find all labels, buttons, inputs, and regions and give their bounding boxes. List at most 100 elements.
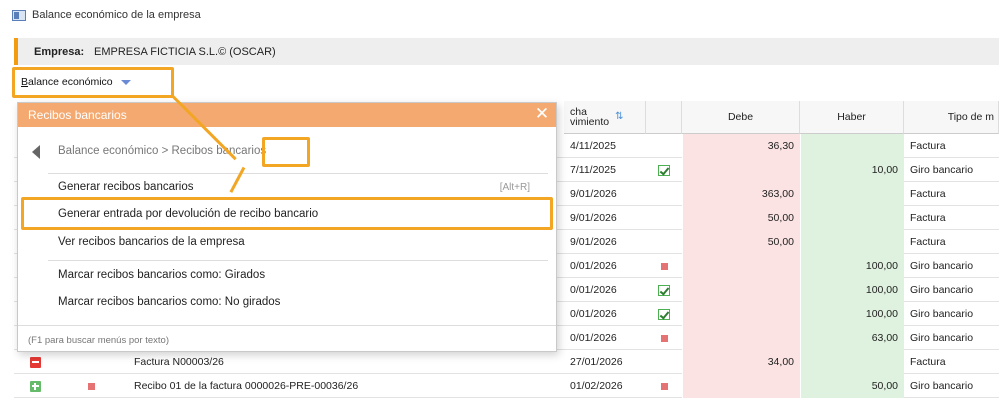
balance-button-accel: B bbox=[21, 76, 29, 88]
menu-item-label: Generar recibos bancarios bbox=[58, 181, 194, 193]
row-haber bbox=[800, 206, 904, 230]
row-tipo: Factura bbox=[910, 356, 946, 368]
row-haber: 100,00 bbox=[800, 254, 904, 278]
row-status bbox=[646, 158, 682, 182]
divider bbox=[48, 260, 548, 261]
breadcrumb-highlight bbox=[262, 137, 310, 167]
balance-economico-button[interactable]: Balance económico bbox=[20, 72, 160, 92]
row-fecha: 9/01/2026 bbox=[570, 212, 617, 224]
menu-item-ver-recibos[interactable]: Ver recibos bancarios de la empresa bbox=[18, 229, 556, 255]
table-row[interactable]: Recibo 01 de la factura 0000026-PRE-0003… bbox=[14, 374, 999, 398]
row-fecha: 0/01/2026 bbox=[570, 308, 617, 320]
row-fecha: 27/01/2026 bbox=[570, 356, 623, 368]
row-status bbox=[646, 350, 682, 374]
row-status bbox=[646, 254, 682, 278]
header-fecha-line2: vimiento bbox=[570, 116, 610, 128]
title-bar: Balance económico de la empresa bbox=[0, 0, 999, 30]
row-debe: 363,00 bbox=[682, 182, 800, 206]
check-icon bbox=[658, 308, 670, 320]
menu-item-label: Marcar recibos bancarios como: No girado… bbox=[58, 296, 281, 308]
header-haber[interactable]: Haber bbox=[800, 101, 904, 134]
row-fecha: 4/11/2025 bbox=[570, 140, 616, 152]
row-haber: 100,00 bbox=[800, 302, 904, 326]
menu-item-marcar-no-girados[interactable]: Marcar recibos bancarios como: No girado… bbox=[18, 289, 556, 315]
row-haber bbox=[800, 182, 904, 206]
balance-button-label: alance económico bbox=[28, 76, 113, 88]
status-square-icon bbox=[660, 334, 668, 342]
chevron-down-icon bbox=[120, 79, 131, 85]
row-description: Factura N00003/26 bbox=[134, 356, 224, 368]
row-tipo: Giro bancario bbox=[910, 260, 974, 272]
row-debe: 36,30 bbox=[682, 134, 800, 158]
popup-header: Recibos bancarios bbox=[18, 103, 556, 127]
divider bbox=[18, 325, 556, 326]
header-check bbox=[646, 101, 682, 134]
row-debe bbox=[682, 158, 800, 182]
row-status bbox=[646, 326, 682, 350]
header-debe[interactable]: Debe bbox=[682, 101, 800, 134]
row-fecha: 0/01/2026 bbox=[570, 284, 617, 296]
close-icon[interactable]: ✕ bbox=[532, 104, 552, 124]
row-debe bbox=[682, 374, 800, 398]
row-tipo: Factura bbox=[910, 188, 946, 200]
row-haber bbox=[800, 134, 904, 158]
row-debe bbox=[682, 302, 800, 326]
recibos-bancarios-menu: Recibos bancarios ✕ Balance económico > … bbox=[17, 102, 557, 352]
header-tipo[interactable]: Tipo de m bbox=[904, 101, 999, 134]
window-icon bbox=[12, 10, 26, 21]
row-haber: 100,00 bbox=[800, 278, 904, 302]
expand-icon[interactable] bbox=[24, 374, 46, 398]
check-icon bbox=[658, 164, 670, 176]
row-status bbox=[646, 230, 682, 254]
menu-item-marcar-girados[interactable]: Marcar recibos bancarios como: Girados bbox=[18, 262, 556, 288]
row-haber: 63,00 bbox=[800, 326, 904, 350]
menu-item-shortcut: [Alt+R] bbox=[499, 181, 530, 193]
row-fecha: 7/11/2025 bbox=[570, 164, 616, 176]
row-tipo: Giro bancario bbox=[910, 164, 974, 176]
row-haber: 50,00 bbox=[800, 374, 904, 398]
row-debe bbox=[682, 278, 800, 302]
row-description: Recibo 01 de la factura 0000026-PRE-0003… bbox=[134, 380, 359, 392]
window-title: Balance económico de la empresa bbox=[32, 9, 201, 21]
back-arrow-icon[interactable] bbox=[32, 145, 40, 159]
row-haber: 10,00 bbox=[800, 158, 904, 182]
popup-footer-hint: (F1 para buscar menús por texto) bbox=[28, 335, 169, 346]
menu-item-label: Marcar recibos bancarios como: Girados bbox=[58, 269, 266, 281]
collapse-icon[interactable] bbox=[24, 350, 46, 374]
row-status bbox=[646, 182, 682, 206]
row-fecha: 0/01/2026 bbox=[570, 260, 617, 272]
row-fecha: 0/01/2026 bbox=[570, 332, 617, 344]
row-tipo: Factura bbox=[910, 140, 946, 152]
row-fecha: 9/01/2026 bbox=[570, 188, 617, 200]
empresa-label: Empresa: bbox=[34, 46, 85, 58]
empresa-value: EMPRESA FICTICIA S.L.© (OSCAR) bbox=[94, 46, 276, 58]
status-square-icon bbox=[80, 374, 102, 398]
row-status bbox=[646, 134, 682, 158]
row-tipo: Giro bancario bbox=[910, 308, 974, 320]
row-tipo: Giro bancario bbox=[910, 284, 974, 296]
menu-item-label: Ver recibos bancarios de la empresa bbox=[58, 236, 245, 248]
row-tipo: Giro bancario bbox=[910, 380, 974, 392]
breadcrumb-parent[interactable]: Balance económico bbox=[58, 145, 158, 157]
check-icon bbox=[658, 284, 670, 296]
row-debe: 34,00 bbox=[682, 350, 800, 374]
status-square-icon bbox=[660, 382, 668, 390]
row-status bbox=[646, 206, 682, 230]
row-tipo: Giro bancario bbox=[910, 332, 974, 344]
row-tipo: Factura bbox=[910, 236, 946, 248]
menu-item-highlight bbox=[21, 197, 553, 230]
popup-title: Recibos bancarios bbox=[28, 108, 127, 122]
row-debe bbox=[682, 254, 800, 278]
row-status bbox=[646, 302, 682, 326]
row-debe: 50,00 bbox=[682, 230, 800, 254]
row-tipo: Factura bbox=[910, 212, 946, 224]
row-debe: 50,00 bbox=[682, 206, 800, 230]
sort-icon[interactable]: ⇅ bbox=[615, 112, 623, 122]
status-square-icon bbox=[660, 262, 668, 270]
breadcrumb: Balance económico > Recibos bancarios bbox=[58, 145, 266, 157]
header-fecha[interactable]: cha vimiento ⇅ bbox=[564, 101, 646, 134]
empresa-bar: Empresa: EMPRESA FICTICIA S.L.© (OSCAR) bbox=[14, 38, 999, 65]
table-row[interactable]: Factura N00003/26 27/01/2026 34,00 Factura bbox=[14, 350, 999, 374]
row-fecha: 01/02/2026 bbox=[570, 380, 623, 392]
row-status bbox=[646, 278, 682, 302]
